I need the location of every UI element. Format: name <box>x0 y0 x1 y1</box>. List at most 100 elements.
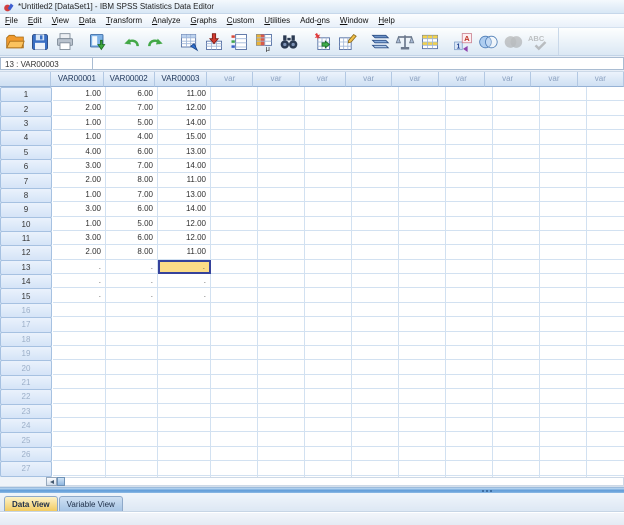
cell[interactable] <box>305 216 352 231</box>
cell[interactable] <box>587 475 624 477</box>
cell[interactable]: 3.00 <box>53 230 106 246</box>
cell[interactable] <box>493 288 540 303</box>
cell[interactable] <box>587 461 624 476</box>
statistics-icon[interactable]: μ <box>251 29 276 54</box>
cell[interactable] <box>493 130 540 145</box>
row-header-4[interactable]: 4 <box>0 130 52 146</box>
cell[interactable] <box>399 302 446 318</box>
cell[interactable] <box>158 389 211 404</box>
cell[interactable] <box>53 346 106 361</box>
cell[interactable] <box>540 115 587 131</box>
cell[interactable] <box>493 302 540 318</box>
cell[interactable] <box>493 101 540 116</box>
cell[interactable] <box>158 317 211 332</box>
cell[interactable] <box>53 302 106 318</box>
cell[interactable] <box>53 389 106 404</box>
cell[interactable] <box>540 374 587 390</box>
cell[interactable] <box>446 101 493 116</box>
cell[interactable] <box>399 389 446 404</box>
cell[interactable] <box>211 317 258 332</box>
cell[interactable] <box>399 158 446 174</box>
cell[interactable] <box>493 245 540 260</box>
cell[interactable] <box>106 461 158 476</box>
cell[interactable]: 11.00 <box>158 245 211 260</box>
cell[interactable] <box>211 302 258 318</box>
cell[interactable] <box>211 475 258 477</box>
cell[interactable] <box>493 144 540 159</box>
cell[interactable] <box>493 274 540 289</box>
cell[interactable]: 1.00 <box>53 130 106 145</box>
row-header-10[interactable]: 10 <box>0 216 52 232</box>
cell[interactable] <box>587 403 624 418</box>
cell[interactable]: 6.00 <box>106 144 158 159</box>
cell[interactable] <box>53 417 106 433</box>
cell[interactable] <box>211 216 258 231</box>
scrollbar-track[interactable] <box>65 477 624 486</box>
cell[interactable] <box>446 274 493 289</box>
grid-corner-cell[interactable] <box>0 72 52 87</box>
cell[interactable] <box>587 389 624 404</box>
row-header-28[interactable]: 28 <box>0 475 52 477</box>
cell[interactable]: 12.00 <box>158 230 211 246</box>
cell[interactable] <box>493 216 540 231</box>
cell[interactable] <box>540 331 587 347</box>
cell[interactable] <box>106 360 158 375</box>
cell[interactable] <box>399 288 446 303</box>
cell[interactable]: 14.00 <box>158 202 211 217</box>
cell[interactable] <box>258 360 305 375</box>
cell[interactable] <box>587 274 624 289</box>
cell[interactable] <box>587 331 624 347</box>
column-header-var11[interactable]: var <box>531 72 578 87</box>
cell[interactable] <box>352 461 399 476</box>
cell[interactable] <box>211 389 258 404</box>
cell[interactable] <box>446 461 493 476</box>
cell[interactable]: . <box>53 259 106 275</box>
cell[interactable] <box>211 360 258 375</box>
cell[interactable] <box>493 87 540 102</box>
cell[interactable] <box>493 446 540 462</box>
cell[interactable] <box>352 331 399 347</box>
cell[interactable] <box>587 187 624 203</box>
cell[interactable] <box>540 101 587 116</box>
cell[interactable] <box>106 403 158 418</box>
pane-splitter[interactable] <box>0 487 624 493</box>
cell[interactable] <box>211 288 258 303</box>
cell[interactable] <box>211 331 258 347</box>
cell[interactable]: 1.00 <box>53 115 106 131</box>
variables-icon[interactable] <box>226 29 251 54</box>
row-header-20[interactable]: 20 <box>0 360 52 376</box>
cell[interactable] <box>399 87 446 102</box>
cell[interactable]: 8.00 <box>106 245 158 260</box>
cell[interactable] <box>258 144 305 159</box>
row-header-1[interactable]: 1 <box>0 87 52 103</box>
menu-utilities[interactable]: Utilities <box>259 15 295 26</box>
cell[interactable] <box>587 115 624 131</box>
row-header-6[interactable]: 6 <box>0 158 52 175</box>
menu-edit[interactable]: Edit <box>23 15 47 26</box>
cell[interactable] <box>587 432 624 447</box>
cell[interactable] <box>446 130 493 145</box>
cell[interactable] <box>53 331 106 347</box>
cell[interactable]: 8.00 <box>106 173 158 188</box>
cell[interactable] <box>305 475 352 477</box>
cell[interactable] <box>305 461 352 476</box>
menu-addons[interactable]: Add-ons <box>295 15 335 26</box>
cell[interactable]: 4.00 <box>106 130 158 145</box>
cell[interactable] <box>399 173 446 188</box>
cell[interactable] <box>106 475 158 477</box>
find-icon[interactable] <box>276 29 301 54</box>
cell[interactable] <box>258 115 305 131</box>
cell[interactable] <box>258 173 305 188</box>
cell[interactable] <box>399 360 446 375</box>
cell[interactable] <box>211 374 258 390</box>
cell[interactable] <box>587 245 624 260</box>
cell[interactable] <box>540 130 587 145</box>
cell[interactable]: 1.00 <box>53 216 106 231</box>
cell[interactable] <box>587 346 624 361</box>
cell[interactable] <box>106 374 158 390</box>
row-header-2[interactable]: 2 <box>0 101 52 117</box>
column-header-var10[interactable]: var <box>485 72 532 87</box>
cell[interactable] <box>352 202 399 217</box>
cell[interactable] <box>540 216 587 231</box>
cell[interactable] <box>305 173 352 188</box>
